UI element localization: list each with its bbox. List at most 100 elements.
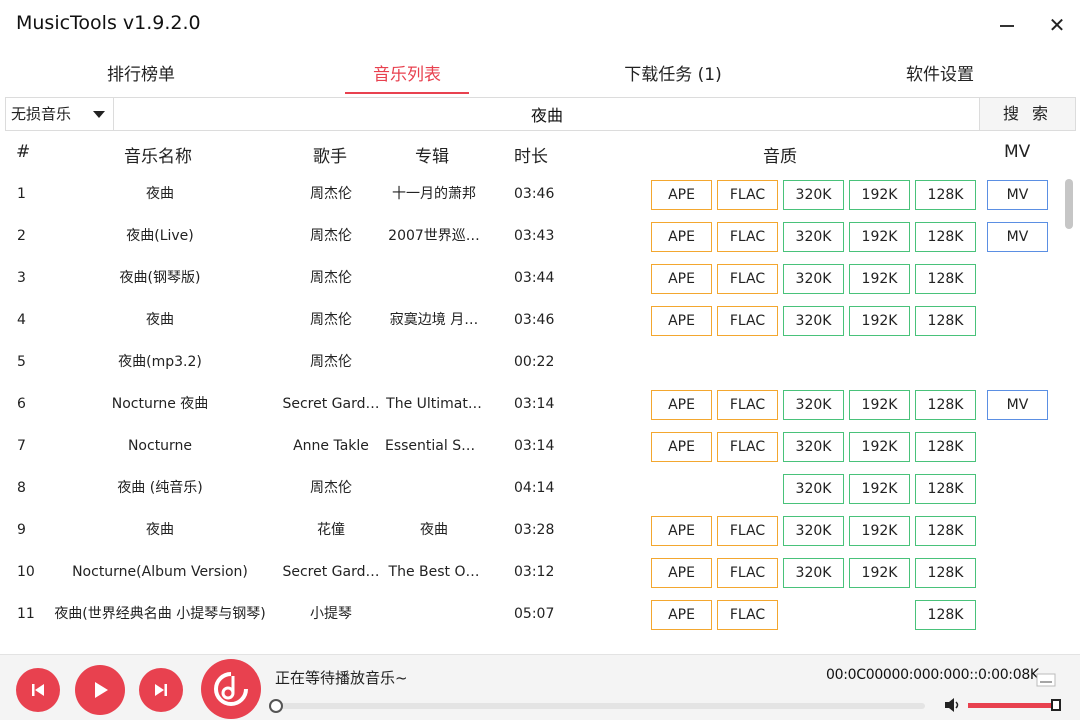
results-table: 1 夜曲 周杰伦 十一月的萧邦 03:46 APE FLAC 320K 192K 128K MV 2 夜…: [0, 173, 1060, 650]
artist-name: 周杰伦: [310, 186, 352, 202]
volume-slider[interactable]: [968, 699, 1061, 711]
music-note-icon: [214, 672, 248, 706]
artist-name: 周杰伦: [310, 354, 352, 370]
quality-192k-button[interactable]: 192K: [849, 180, 910, 210]
quality-320k-button[interactable]: 320K: [783, 306, 844, 336]
quality-320k-button[interactable]: 320K: [783, 390, 844, 420]
album-name: 2007世界巡…: [388, 228, 480, 244]
quality-192k-button[interactable]: 192K: [849, 474, 910, 504]
tab-settings[interactable]: 软件设置: [875, 58, 1005, 94]
quality-192k-button[interactable]: 192K: [849, 264, 910, 294]
quality-128k-button[interactable]: 128K: [915, 600, 976, 630]
scrollbar[interactable]: [1063, 173, 1073, 650]
quality-flac-button[interactable]: FLAC: [717, 558, 778, 588]
quality-flac-button[interactable]: FLAC: [717, 180, 778, 210]
quality-flac-button[interactable]: FLAC: [717, 432, 778, 462]
artist-name: 周杰伦: [310, 228, 352, 244]
quality-192k-button[interactable]: 192K: [849, 306, 910, 336]
quality-ape-button[interactable]: APE: [651, 432, 712, 462]
quality-type-select[interactable]: 无损音乐: [6, 98, 114, 130]
quality-320k-button[interactable]: 320K: [783, 222, 844, 252]
table-row[interactable]: 11 夜曲(世界经典名曲 小提琴与钢琴) 小提琴 05:07 APE FLAC 128K: [0, 593, 1060, 635]
mini-mode-icon[interactable]: [1036, 673, 1056, 687]
quality-flac-button[interactable]: FLAC: [717, 516, 778, 546]
quality-128k-button[interactable]: 128K: [915, 432, 976, 462]
table-row[interactable]: 9 夜曲 花僮 夜曲 03:28 APE FLAC 320K 192K 128K: [0, 509, 1060, 551]
table-row[interactable]: 10 Nocturne(Album Version) Secret Gard… The…: [0, 551, 1060, 593]
table-row[interactable]: 1 夜曲 周杰伦 十一月的萧邦 03:46 APE FLAC 320K 192K 128K MV: [0, 173, 1060, 215]
minimize-button[interactable]: [990, 8, 1024, 42]
quality-128k-button[interactable]: 128K: [915, 264, 976, 294]
table-row[interactable]: 6 Nocturne 夜曲 Secret Gard… The Ultimat… 03:1…: [0, 383, 1060, 425]
previous-button[interactable]: [16, 668, 60, 712]
table-row[interactable]: 8 夜曲 (纯音乐) 周杰伦 04:14 320K 192K 128K: [0, 467, 1060, 509]
quality-ape-button[interactable]: APE: [651, 222, 712, 252]
tab-music-list[interactable]: 音乐列表: [342, 58, 472, 94]
song-name: Nocturne 夜曲: [111, 396, 209, 412]
table-row[interactable]: 2 夜曲(Live) 周杰伦 2007世界巡… 03:43 APE FLAC 320K 192K…: [0, 215, 1060, 257]
quality-ape-button[interactable]: APE: [651, 264, 712, 294]
header-artist: 歌手: [313, 147, 347, 167]
search-button[interactable]: 搜 索: [979, 98, 1075, 130]
volume-knob[interactable]: [1051, 699, 1061, 711]
mv-button[interactable]: MV: [987, 390, 1048, 420]
quality-192k-button[interactable]: 192K: [849, 558, 910, 588]
progress-knob[interactable]: [269, 699, 283, 713]
quality-320k-button[interactable]: 320K: [783, 264, 844, 294]
quality-ape-button[interactable]: APE: [651, 390, 712, 420]
duration: 00:22: [514, 354, 555, 370]
quality-320k-button[interactable]: 320K: [783, 474, 844, 504]
album-cover[interactable]: [201, 659, 261, 719]
mv-button[interactable]: MV: [987, 222, 1048, 252]
song-name: 夜曲(世界经典名曲 小提琴与钢琴): [54, 606, 266, 622]
quality-128k-button[interactable]: 128K: [915, 390, 976, 420]
album-name: Essential Se…: [385, 438, 483, 454]
quality-192k-button[interactable]: 192K: [849, 432, 910, 462]
tab-charts[interactable]: 排行榜单: [76, 58, 206, 94]
search-input[interactable]: [114, 98, 980, 130]
close-button[interactable]: ✕: [1040, 8, 1074, 42]
quality-128k-button[interactable]: 128K: [915, 306, 976, 336]
quality-ape-button[interactable]: APE: [651, 558, 712, 588]
minimize-icon: [1000, 25, 1014, 27]
quality-flac-button[interactable]: FLAC: [717, 306, 778, 336]
quality-128k-button[interactable]: 128K: [915, 516, 976, 546]
next-button[interactable]: [139, 668, 183, 712]
table-row[interactable]: 7 Nocturne Anne Takle Essential Se… 03:14 APE…: [0, 425, 1060, 467]
tab-downloads[interactable]: 下载任务 (1): [608, 58, 738, 94]
scrollbar-thumb[interactable]: [1065, 179, 1073, 229]
quality-320k-button[interactable]: 320K: [783, 516, 844, 546]
quality-320k-button[interactable]: 320K: [783, 432, 844, 462]
quality-flac-button[interactable]: FLAC: [717, 264, 778, 294]
quality-ape-button[interactable]: APE: [651, 180, 712, 210]
quality-128k-button[interactable]: 128K: [915, 474, 976, 504]
quality-ape-button[interactable]: APE: [651, 306, 712, 336]
volume-icon[interactable]: [944, 697, 962, 713]
album-name: [385, 467, 483, 509]
quality-192k-button[interactable]: 192K: [849, 222, 910, 252]
song-name: 夜曲: [146, 186, 174, 202]
quality-flac-button[interactable]: FLAC: [717, 600, 778, 630]
quality-320k-button[interactable]: 320K: [783, 558, 844, 588]
mv-button[interactable]: MV: [987, 180, 1048, 210]
quality-flac-button[interactable]: FLAC: [717, 390, 778, 420]
quality-192k-button[interactable]: 192K: [849, 516, 910, 546]
play-icon: [95, 682, 108, 698]
quality-flac-button[interactable]: FLAC: [717, 222, 778, 252]
quality-320k-button[interactable]: 320K: [783, 180, 844, 210]
table-row[interactable]: 5 夜曲(mp3.2) 周杰伦 00:22: [0, 341, 1060, 383]
quality-128k-button[interactable]: 128K: [915, 180, 976, 210]
quality-192k-button[interactable]: 192K: [849, 390, 910, 420]
quality-128k-button[interactable]: 128K: [915, 558, 976, 588]
table-row[interactable]: 4 夜曲 周杰伦 寂寞边境 月… 03:46 APE FLAC 320K 192K 128K: [0, 299, 1060, 341]
table-row[interactable]: 3 夜曲(钢琴版) 周杰伦 03:44 APE FLAC 320K 192K 128K: [0, 257, 1060, 299]
album-name: [385, 593, 483, 635]
quality-ape-button[interactable]: APE: [651, 516, 712, 546]
duration: 03:14: [514, 396, 555, 412]
duration: 03:43: [514, 228, 555, 244]
quality-ape-button[interactable]: APE: [651, 600, 712, 630]
artist-name: 花僮: [317, 522, 345, 538]
progress-bar[interactable]: [269, 699, 925, 713]
play-button[interactable]: [75, 665, 125, 715]
quality-128k-button[interactable]: 128K: [915, 222, 976, 252]
